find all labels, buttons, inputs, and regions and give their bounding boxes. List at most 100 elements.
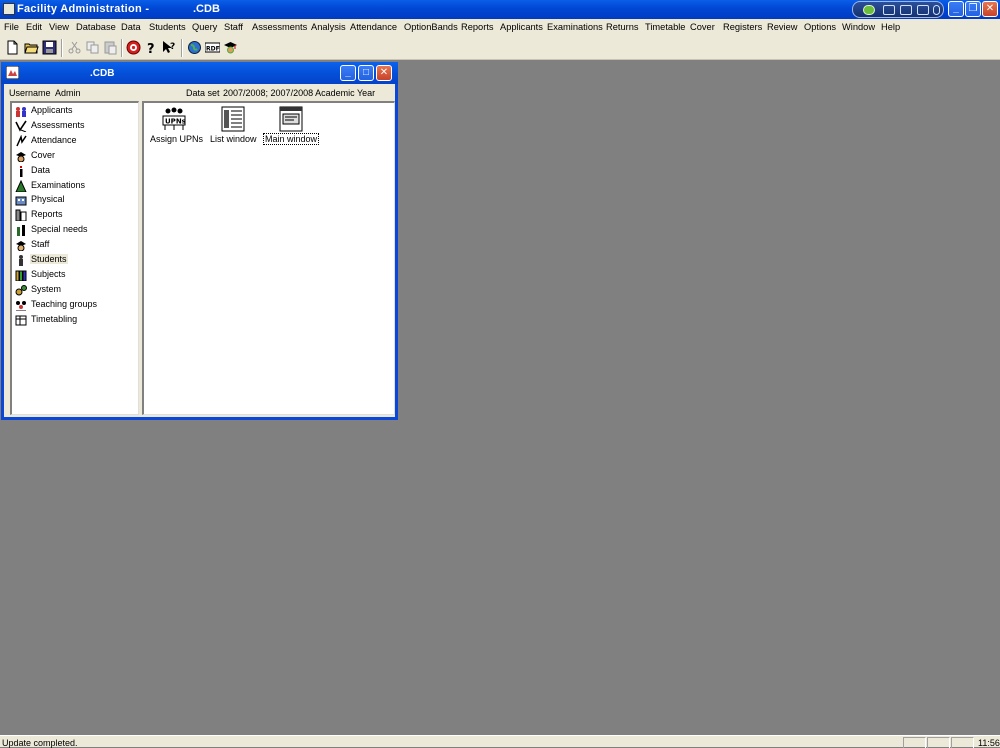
menu-analysis[interactable]: Analysis [311,22,346,32]
app-icon[interactable] [3,3,15,15]
tree-item-label: Assessments [31,119,85,130]
tray-up-icon[interactable] [883,5,895,15]
menu-file[interactable]: File [4,22,19,32]
students-icon [15,254,27,266]
rdf-icon[interactable]: RDF [205,40,220,55]
app-title: Facility Administration - [17,3,150,15]
menu-options[interactable]: Options [804,22,836,32]
child-minimize-button[interactable]: _ [340,65,356,81]
database-child-window[interactable]: .CDB _ □ ✕ Username Admin Data set 2007/… [1,62,398,420]
tray-close-icon[interactable] [933,5,940,15]
cut-icon[interactable] [67,40,82,55]
open-folder-icon[interactable] [24,40,39,55]
world-icon[interactable] [187,40,202,55]
menu-optionbands[interactable]: OptionBands [404,22,458,32]
copy-icon[interactable] [85,40,100,55]
special-needs-icon [15,224,27,237]
menu-window[interactable]: Window [842,22,875,32]
tree-item-label: Cover [31,149,56,160]
restore-button[interactable]: ❐ [965,1,981,17]
module-tree[interactable]: Applicants Assessments Attendance Cover Data… [10,101,139,415]
save-disk-icon[interactable] [42,40,57,55]
svg-text:?: ? [170,42,175,52]
app-title-bar[interactable]: Facility Administration - .CDB _ ❐ ✕ [0,0,1000,19]
tree-item-label: Examinations [31,179,86,190]
teaching-groups-icon [15,299,27,312]
toolbar-separator [121,39,123,57]
child-close-button[interactable]: ✕ [376,65,392,81]
menu-attendance[interactable]: Attendance [350,22,397,32]
username-value: Admin [55,88,81,98]
upns-badge: UPNs [165,118,186,126]
menu-staff[interactable]: Staff [224,22,243,32]
menu-query[interactable]: Query [192,22,217,32]
menu-database[interactable]: Database [76,22,116,32]
menu-help[interactable]: Help [881,22,900,32]
tree-item-label: Attendance [31,134,77,145]
menu-bar: File Edit View Database Data Students Query Sta… [0,19,1000,36]
child-window-icon[interactable] [5,65,20,80]
username-label: Username [9,88,51,98]
menu-reports[interactable]: Reports [461,22,494,32]
tree-item-label: Special needs [31,224,88,235]
menu-assessments[interactable]: Assessments [252,22,307,32]
menu-applicants[interactable]: Applicants [500,22,543,32]
toolbar: ? ? RDF [0,36,1000,60]
status-panel [927,737,950,748]
list-window-icon [220,106,246,132]
assign-upns-shortcut[interactable]: UPNs Assign UPNs [149,106,203,144]
menu-view[interactable]: View [49,22,69,32]
dataset-label: Data set [186,88,220,98]
toolbar-separator [61,39,63,57]
reports-icon [15,209,27,222]
graduate-icon[interactable] [223,40,238,55]
target-icon[interactable] [126,40,141,55]
menu-examinations[interactable]: Examinations [547,22,603,32]
tree-item-label: Teaching groups [31,298,98,309]
close-button[interactable]: ✕ [982,1,998,17]
dataset-value: 2007/2008; 2007/2008 Academic Year [223,88,376,98]
nvidia-logo-icon[interactable] [863,5,875,15]
menu-data[interactable]: Data [121,22,141,32]
tree-item-label: Applicants [31,105,73,115]
paste-icon[interactable] [103,40,118,55]
list-window-shortcut[interactable]: List window [209,106,257,144]
main-window-shortcut[interactable]: Main window [262,106,320,145]
assign-upns-icon: UPNs [161,106,187,132]
gpu-tray-widget[interactable] [852,1,944,18]
tray-window-icon[interactable] [917,5,929,15]
menu-returns[interactable]: Returns [606,22,639,32]
status-panel [903,737,926,748]
new-file-icon[interactable] [5,40,20,55]
child-title-bar[interactable]: .CDB _ □ ✕ [1,62,398,84]
system-icon [15,284,27,296]
menu-students[interactable]: Students [149,22,186,32]
svg-text:RDF: RDF [206,46,220,53]
subjects-icon [15,269,27,282]
data-icon [15,165,27,177]
whats-this-icon[interactable]: ? [162,40,177,55]
main-window-icon [278,106,304,132]
tree-item-label: Staff [31,239,50,250]
menu-review[interactable]: Review [767,22,797,32]
menu-cover[interactable]: Cover [690,22,715,32]
applicants-icon [15,105,27,117]
assessments-icon [15,120,27,133]
menu-edit[interactable]: Edit [26,22,42,32]
child-maximize-button[interactable]: □ [358,65,374,81]
attendance-icon [15,134,27,147]
cover-icon [15,150,27,163]
help-question-icon[interactable]: ? [144,40,159,55]
shortcut-label: Assign UPNs [150,134,204,144]
tree-item-label: Timetabling [31,313,78,324]
menu-timetable[interactable]: Timetable [645,22,685,32]
module-pane: UPNs Assign UPNs List window Main window [142,101,395,415]
menu-registers[interactable]: Registers [723,22,762,32]
toolbar-separator [181,39,183,57]
shortcut-label: List window [210,134,257,144]
status-bar: Update completed. 11:56 [0,735,1000,748]
svg-text:?: ? [147,42,155,55]
tray-display-icon[interactable] [900,5,912,15]
minimize-button[interactable]: _ [948,1,964,17]
child-title: .CDB [90,68,115,79]
